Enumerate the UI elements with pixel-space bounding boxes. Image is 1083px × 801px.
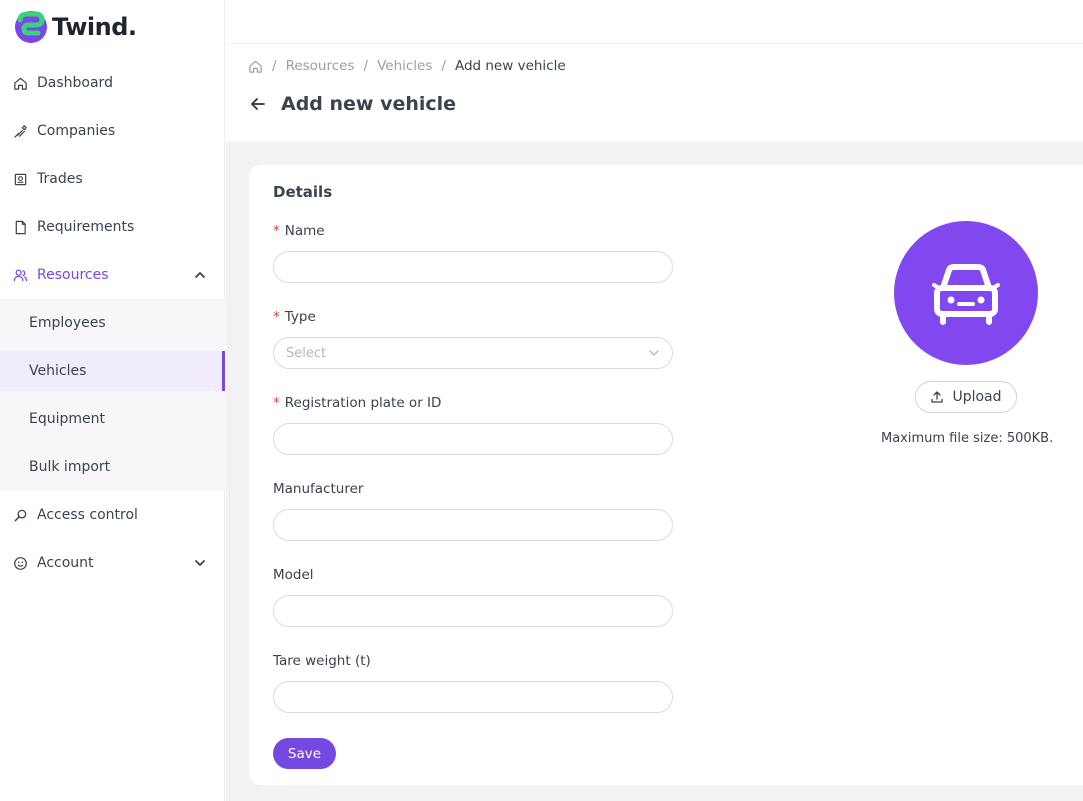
- type-select[interactable]: Select: [273, 337, 673, 369]
- breadcrumb-separator: /: [363, 58, 369, 74]
- handshake-icon: [12, 123, 28, 139]
- sidebar-item-requirements[interactable]: Requirements: [0, 207, 225, 247]
- sidebar-item-dashboard[interactable]: Dashboard: [0, 63, 225, 103]
- tare-weight-input[interactable]: [273, 681, 673, 713]
- sidebar-item-trades[interactable]: Trades: [0, 159, 225, 199]
- sidebar: Twind. Dashboard Companies Trades Requir: [0, 0, 225, 801]
- manufacturer-input[interactable]: [273, 509, 673, 541]
- registration-label-text: Registration plate or ID: [284, 395, 442, 411]
- type-select-placeholder: Select: [286, 345, 327, 361]
- sidebar-subitem-employees[interactable]: Employees: [0, 303, 225, 343]
- sidebar-subitem-vehicles[interactable]: Vehicles: [0, 351, 225, 391]
- page-header: / Resources / Vehicles / Add new vehicle…: [226, 45, 1083, 141]
- file-size-hint: Maximum file size: 500KB.: [881, 431, 1054, 446]
- sidebar-item-label: Account: [37, 555, 94, 571]
- required-marker: *: [273, 309, 280, 325]
- upload-icon: [931, 391, 944, 403]
- breadcrumb-separator: /: [441, 58, 446, 74]
- name-label-text: Name: [284, 223, 325, 239]
- breadcrumb-link-vehicles[interactable]: Vehicles: [377, 58, 432, 74]
- section-title: Details: [273, 183, 333, 201]
- sidebar-subitem-label: Employees: [29, 315, 106, 331]
- name-input[interactable]: [273, 251, 673, 283]
- sidebar-subitem-equipment[interactable]: Equipment: [0, 399, 225, 439]
- sidebar-item-label: Access control: [37, 507, 138, 523]
- sidebar-subitem-bulk-import[interactable]: Bulk import: [0, 447, 225, 487]
- sidebar-subitem-label: Equipment: [29, 411, 105, 427]
- resources-submenu: Employees Vehicles Equipment Bulk import: [0, 299, 225, 491]
- name-label: * Name: [273, 223, 325, 239]
- type-label-text: Type: [284, 309, 316, 325]
- sidebar-item-label: Dashboard: [37, 75, 113, 91]
- type-label: * Type: [273, 309, 316, 325]
- home-icon: [12, 75, 28, 91]
- chevron-down-icon[interactable]: [193, 556, 207, 570]
- sidebar-subitem-label: Bulk import: [29, 459, 111, 475]
- sidebar-item-account[interactable]: Account: [0, 543, 225, 583]
- breadcrumb-separator: /: [272, 58, 277, 74]
- brand-name: Twind.: [52, 13, 137, 41]
- smile-icon: [12, 555, 28, 571]
- title-row: Add new vehicle: [248, 93, 456, 115]
- chevron-down-icon: [649, 350, 659, 356]
- document-icon: [12, 219, 28, 235]
- registration-input[interactable]: [273, 423, 673, 455]
- upload-button[interactable]: Upload: [915, 381, 1017, 413]
- search-icon: [12, 507, 28, 523]
- breadcrumb: / Resources / Vehicles / Add new vehicle: [248, 58, 566, 74]
- home-icon[interactable]: [248, 59, 263, 74]
- sidebar-item-companies[interactable]: Companies: [0, 111, 225, 151]
- required-marker: *: [273, 395, 280, 411]
- chevron-up-icon[interactable]: [193, 268, 207, 282]
- sidebar-item-label: Trades: [37, 171, 83, 187]
- tare-weight-label: Tare weight (t): [273, 653, 371, 669]
- save-button[interactable]: Save: [273, 738, 336, 769]
- page-title: Add new vehicle: [281, 93, 457, 115]
- twind-logo-icon: [15, 11, 47, 43]
- breadcrumb-link-resources[interactable]: Resources: [286, 58, 355, 74]
- logo[interactable]: Twind.: [14, 10, 137, 44]
- certificate-icon: [12, 171, 28, 187]
- details-card: Details * Name * Type Select * Registration…: [249, 165, 1083, 785]
- model-input[interactable]: [273, 595, 673, 627]
- registration-label: * Registration plate or ID: [273, 395, 441, 411]
- sidebar-item-label: Companies: [37, 123, 116, 139]
- vehicle-image-placeholder: [894, 221, 1038, 365]
- users-icon: [12, 267, 28, 283]
- car-icon: [932, 264, 1000, 325]
- sidebar-item-resources[interactable]: Resources: [0, 255, 225, 295]
- sidebar-item-label: Requirements: [37, 219, 135, 235]
- breadcrumb-current: Add new vehicle: [454, 58, 566, 74]
- top-bar: [226, 0, 1083, 44]
- manufacturer-label: Manufacturer: [273, 481, 364, 497]
- sidebar-item-access-control[interactable]: Access control: [0, 495, 225, 535]
- sidebar-subitem-label: Vehicles: [29, 363, 87, 379]
- main-content: Details * Name * Type Select * Registration…: [226, 141, 1083, 801]
- model-label: Model: [273, 567, 314, 583]
- sidebar-item-label: Resources: [37, 267, 109, 283]
- back-arrow-icon[interactable]: [248, 94, 268, 114]
- upload-button-label: Upload: [952, 389, 1002, 405]
- app: Twind. Dashboard Companies Trades Requir: [0, 0, 1083, 801]
- required-marker: *: [273, 223, 280, 239]
